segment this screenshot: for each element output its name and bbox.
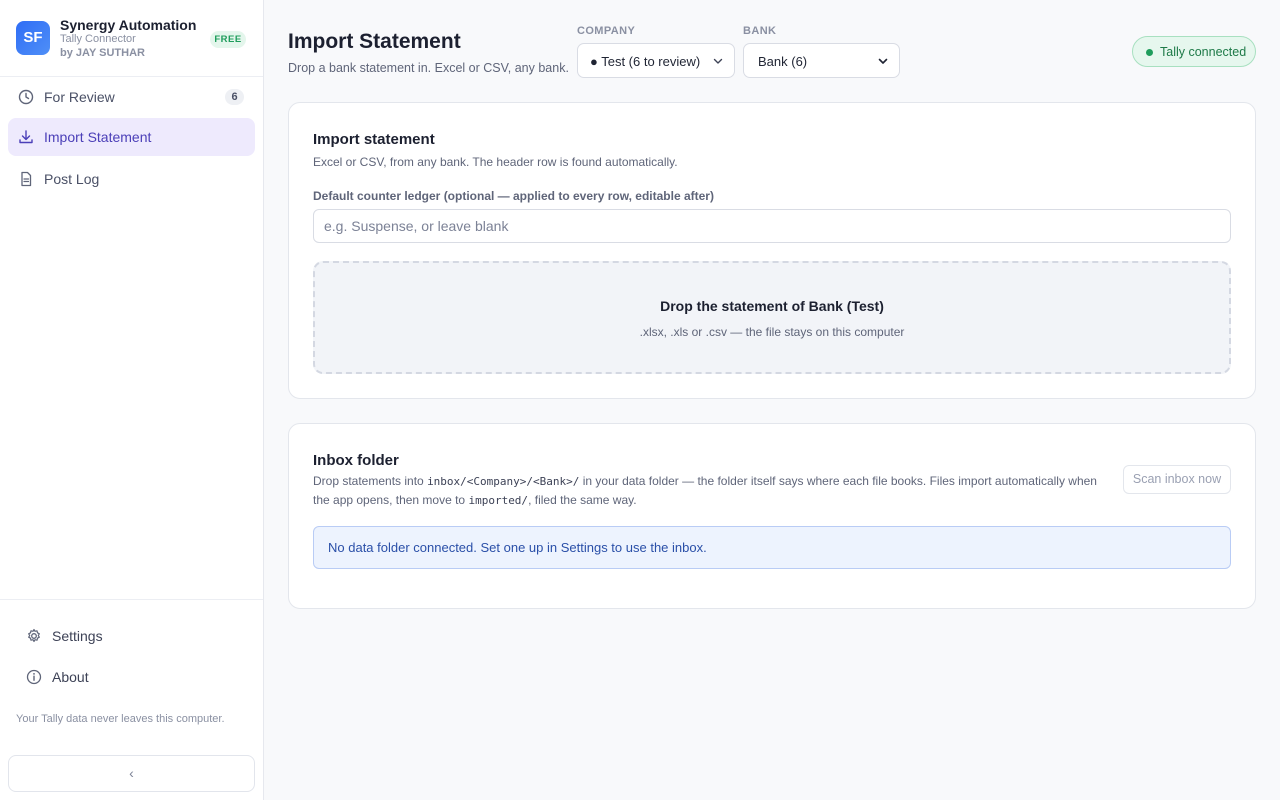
sidebar-item-label: Post Log xyxy=(44,171,100,187)
imported-path-code: imported/ xyxy=(468,494,529,507)
gear-icon xyxy=(28,628,40,643)
inbox-path-code: inbox/<Company>/<Bank>/ xyxy=(427,475,580,488)
sidebar-item-import-statement[interactable]: Import Statement xyxy=(8,118,255,156)
sidebar-item-label: For Review xyxy=(44,89,115,105)
inbox-card-description: Drop statements into inbox/<Company>/<Ba… xyxy=(313,472,1113,510)
sidebar-item-about[interactable]: About xyxy=(16,658,255,696)
desc-text: , filed the same way. xyxy=(528,493,637,507)
sidebar-divider xyxy=(0,599,263,600)
desc-text: Drop statements into xyxy=(313,474,428,488)
app-byline: by JAY SUTHAR xyxy=(60,47,145,59)
app-logo: SF xyxy=(16,21,50,55)
sidebar-item-label: About xyxy=(52,669,89,685)
import-card-description: Excel or CSV, from any bank. The header … xyxy=(313,155,678,169)
status-dot-icon xyxy=(1146,49,1153,56)
counter-ledger-label: Default counter ledger (optional — appli… xyxy=(313,189,714,203)
chevron-down-icon xyxy=(878,58,888,64)
document-icon xyxy=(21,171,32,187)
bank-label: BANK xyxy=(743,25,777,37)
no-data-folder-alert: No data folder connected. Set one up in … xyxy=(313,526,1231,569)
company-label: COMPANY xyxy=(577,25,636,37)
statement-dropzone[interactable]: Drop the statement of Bank (Test) .xlsx,… xyxy=(313,261,1231,374)
sidebar-item-post-log[interactable]: Post Log xyxy=(8,160,255,198)
alert-message: No data folder connected. Set one up in … xyxy=(328,540,707,555)
privacy-note: Your Tally data never leaves this comput… xyxy=(16,713,225,725)
chevron-down-icon xyxy=(713,58,723,64)
bank-select-value: Bank (6) xyxy=(758,54,808,69)
brand-header: SF Synergy Automation Tally Connector by… xyxy=(0,0,263,77)
scan-inbox-button[interactable]: Scan inbox now xyxy=(1123,465,1231,494)
clock-icon xyxy=(18,89,34,105)
dropzone-title: Drop the statement of Bank (Test) xyxy=(660,298,884,314)
dropzone-subtitle: .xlsx, .xls or .csv — the file stays on … xyxy=(639,325,905,339)
import-statement-card: Import statement Excel or CSV, from any … xyxy=(288,102,1256,399)
app-name: Synergy Automation xyxy=(60,17,197,33)
collapse-sidebar-button[interactable]: ‹ xyxy=(8,755,255,792)
import-card-title: Import statement xyxy=(313,131,435,148)
download-icon xyxy=(19,130,33,144)
sidebar-item-label: Settings xyxy=(52,628,103,644)
plan-badge: FREE xyxy=(210,31,246,48)
connection-status-badge: Tally connected xyxy=(1132,36,1256,67)
page-subtitle: Drop a bank statement in. Excel or CSV, … xyxy=(288,61,569,75)
app-subtitle: Tally Connector xyxy=(60,33,136,45)
connection-status-text: Tally connected xyxy=(1160,45,1247,59)
sidebar-item-settings[interactable]: Settings xyxy=(16,617,255,655)
company-select[interactable]: ● Test (6 to review) xyxy=(577,43,735,78)
company-select-value: ● Test (6 to review) xyxy=(590,54,701,69)
counter-ledger-input[interactable] xyxy=(313,209,1231,243)
inbox-card-title: Inbox folder xyxy=(313,452,399,469)
sidebar-item-for-review[interactable]: For Review 6 xyxy=(8,78,255,116)
page-title: Import Statement xyxy=(288,30,461,53)
inbox-folder-card: Inbox folder Drop statements into inbox/… xyxy=(288,423,1256,609)
review-count-badge: 6 xyxy=(225,89,244,105)
sidebar: SF Synergy Automation Tally Connector by… xyxy=(0,0,264,800)
info-icon xyxy=(26,669,42,685)
sidebar-item-label: Import Statement xyxy=(44,129,152,145)
bank-select[interactable]: Bank (6) xyxy=(743,43,900,78)
